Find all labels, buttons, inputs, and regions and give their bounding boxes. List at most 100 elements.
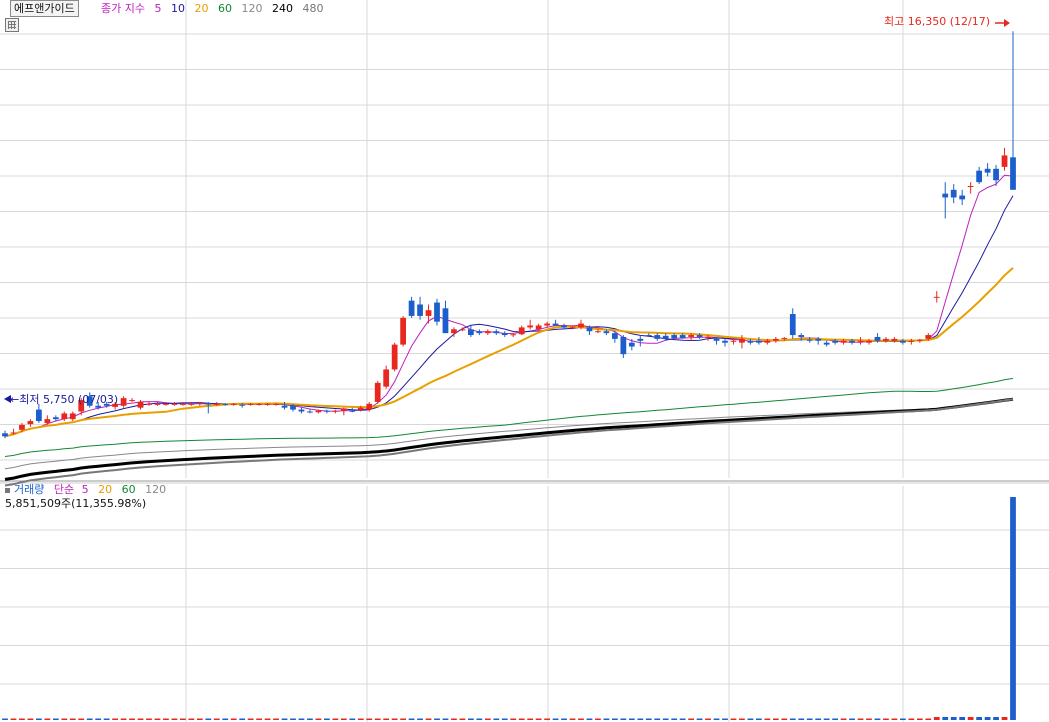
vol-ma-5-label[interactable]: 5 (82, 483, 89, 497)
volume-bar (984, 717, 991, 720)
candle-body (900, 340, 906, 343)
volume-legend-icon (5, 487, 10, 493)
candle-body (196, 403, 203, 405)
volume-bar (527, 718, 534, 720)
stock-chart (0, 0, 1049, 722)
volume-bar (662, 718, 669, 720)
volume-bar (290, 718, 296, 720)
candle-body (10, 432, 17, 434)
volume-bar (408, 718, 415, 720)
volume-bar (552, 718, 559, 720)
candle-body (315, 410, 322, 413)
volume-bar (468, 718, 474, 720)
candle-body (815, 338, 822, 341)
volume-bar (137, 718, 144, 720)
volume-bar (366, 718, 373, 720)
volume-bar (645, 718, 652, 720)
volume-bar (154, 718, 161, 720)
stock-name-button[interactable]: 에프앤가이드 (10, 0, 79, 17)
volume-bar (747, 718, 754, 720)
candle-body (603, 331, 610, 334)
volume-bar (171, 718, 178, 720)
volume-bar (959, 717, 966, 720)
volume-bar (688, 718, 694, 720)
candle-body (747, 340, 754, 343)
volume-bar (942, 717, 949, 720)
volume-bar (324, 718, 330, 720)
volume-bar (78, 718, 85, 720)
candle-body (612, 333, 618, 339)
volume-bar (544, 718, 550, 720)
volume-bar (103, 718, 110, 720)
candle-body (52, 417, 59, 420)
price-legend: 종가 지수 5 10 20 60 120 240 480 (101, 2, 329, 16)
volume-bar (425, 718, 432, 720)
volume-bar (451, 718, 457, 720)
volume-bar (840, 718, 847, 720)
volume-bar (1001, 717, 1008, 720)
candle-body (561, 325, 567, 328)
vol-ma-120-label[interactable]: 120 (145, 483, 166, 497)
vol-ma-20-label[interactable]: 20 (98, 483, 112, 497)
volume-bar (434, 718, 440, 720)
candle-body (552, 323, 559, 326)
volume-bar (510, 718, 517, 720)
volume-bar (112, 718, 118, 720)
ma-10-label[interactable]: 10 (171, 2, 185, 16)
candle-body (137, 401, 144, 408)
candle-body (391, 344, 398, 370)
candle-body (840, 340, 847, 343)
ma-line (4, 174, 1014, 437)
candle-body (823, 342, 830, 345)
volume-bar (180, 718, 186, 720)
candle-body (366, 403, 373, 410)
vol-ma-60-label[interactable]: 60 (122, 483, 136, 497)
volume-bar (823, 718, 830, 720)
candle-body (688, 335, 694, 337)
ma-60-label[interactable]: 60 (218, 2, 232, 16)
candle-body (340, 408, 347, 411)
candle-body (1001, 155, 1008, 167)
volume-bar (705, 718, 711, 720)
candle-body (501, 333, 508, 336)
volume-bar (976, 717, 982, 720)
volume-bar (654, 718, 661, 720)
volume-bar (722, 718, 728, 720)
volume-bar (27, 718, 34, 720)
ma-120-label[interactable]: 120 (241, 2, 262, 16)
volume-bar (264, 718, 271, 720)
volume-bar (357, 718, 364, 720)
ma-480-label[interactable]: 480 (302, 2, 323, 16)
volume-bar (730, 718, 737, 720)
ma-240-label[interactable]: 240 (272, 2, 293, 16)
candle-body (933, 296, 940, 298)
volume-bar (315, 718, 322, 720)
ma-5-label[interactable]: 5 (154, 2, 161, 16)
volume-bar (933, 717, 940, 720)
candle-body (493, 331, 500, 334)
candle-body (129, 400, 135, 402)
volume-bar (595, 718, 601, 720)
volume-bar (129, 718, 135, 720)
low-annotation: ←최저 5,750 (07/03) (10, 393, 119, 406)
volume-bar (86, 718, 93, 720)
volume-bar (442, 718, 449, 720)
candle-body (671, 335, 678, 339)
volume-bar (772, 718, 779, 720)
volume-bar (806, 718, 813, 720)
volume-bar (857, 718, 864, 720)
ma-20-label[interactable]: 20 (194, 2, 208, 16)
ma-line (4, 398, 1014, 470)
volume-bar (679, 718, 686, 720)
candle-body (290, 405, 296, 410)
candle-body (916, 339, 923, 341)
candle-body (535, 325, 542, 330)
grid-toggle-icon[interactable] (5, 18, 19, 32)
candle-body (764, 340, 771, 343)
candle-body (866, 340, 872, 343)
candle-body (679, 335, 686, 339)
candle-body (645, 335, 652, 337)
candle-body (19, 424, 25, 430)
candle-body (349, 410, 356, 412)
volume-bar (484, 718, 491, 720)
